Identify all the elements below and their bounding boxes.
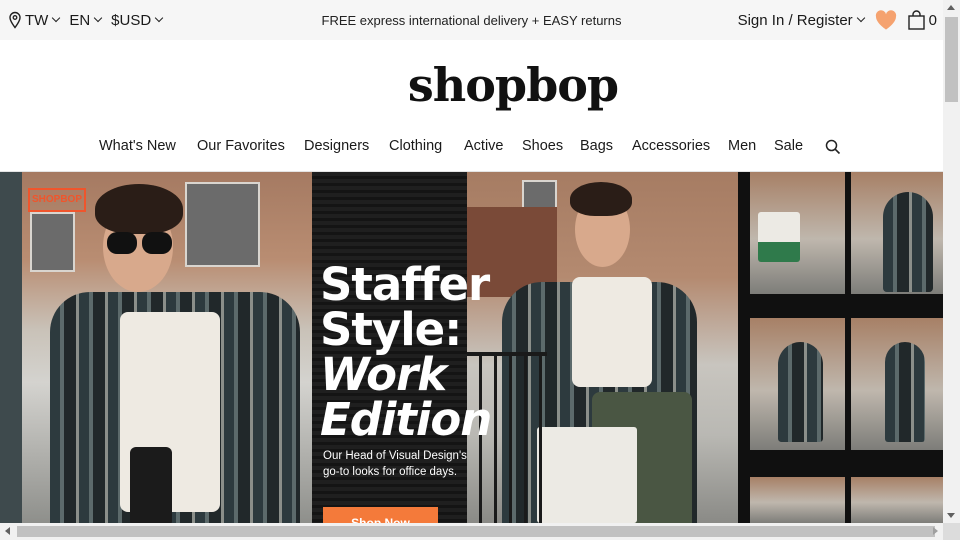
nav-item-bags[interactable]: Bags [580,138,613,154]
hero-banner[interactable]: SHOPBOP Staffer Style: Work Edition Our … [0,172,943,523]
building-window [30,212,75,272]
scrollbar-thumb[interactable] [945,17,958,102]
main-nav: What's New Our Favorites Designers Cloth… [0,138,943,158]
photo-frame [750,477,845,523]
hero-contact-sheet [738,172,943,523]
signin-label: Sign In / Register [737,11,853,29]
hero-headline: Staffer Style: Work Edition [320,258,492,446]
currency-selector[interactable]: $USD [111,11,164,29]
country-selector[interactable]: TW [7,11,61,29]
nav-item-sale[interactable]: Sale [774,138,803,154]
headline-line-2: Style: [320,303,462,356]
account-area: Sign In / Register 0 [738,0,937,40]
model-hair [95,184,183,234]
shopbop-hq-badge: SHOPBOP [28,188,86,212]
model-coat [883,192,933,292]
utility-bar: TW EN $USD FREE express international de… [0,0,943,40]
model-shirt [572,277,652,387]
hero-subtitle: Our Head of Visual Design's go-to looks … [323,450,467,478]
wall-edge [0,172,22,523]
nav-item-men[interactable]: Men [728,138,756,154]
shopping-bag-icon[interactable] [907,10,925,30]
chevron-down-icon [93,13,103,23]
signin-register-link[interactable]: Sign In / Register [737,11,865,29]
headline-line-1: Staffer [320,258,490,311]
model-hair [570,182,632,216]
scrollbar-thumb[interactable] [17,526,935,537]
language-label: EN [69,11,91,29]
nav-item-active[interactable]: Active [464,138,504,154]
nav-item-designers[interactable]: Designers [304,138,369,154]
chevron-down-icon [154,13,164,23]
site-logo[interactable]: shopbop [0,58,960,112]
photo-frame [851,477,943,523]
model-coat [885,342,925,442]
vertical-scrollbar[interactable] [943,0,960,523]
chevron-down-icon [52,13,61,23]
location-pin-icon [9,11,21,29]
scrollbar-corner [943,523,960,540]
scroll-down-icon[interactable] [947,513,955,518]
phone-pouch [130,447,172,523]
heart-icon[interactable] [874,9,898,31]
sunglasses [142,232,172,254]
building-window [185,182,260,267]
scroll-right-icon[interactable] [933,527,938,535]
headline-line-4: Edition [320,393,492,446]
model-coat [778,342,823,442]
hero-photo-center [467,172,738,523]
chevron-down-icon [856,13,865,23]
nav-item-shoes[interactable]: Shoes [522,138,563,154]
language-selector[interactable]: EN [69,11,103,29]
nav-item-whats-new[interactable]: What's New [99,138,176,154]
sunglasses [107,232,137,254]
headline-line-3: Work [320,348,447,401]
nav-item-accessories[interactable]: Accessories [632,138,710,154]
building-window [522,180,557,210]
tote-bag [537,427,637,523]
search-icon[interactable] [825,139,841,155]
scroll-left-icon[interactable] [5,527,10,535]
promo-text[interactable]: FREE express international delivery + EA… [322,13,622,28]
nav-item-our-favorites[interactable]: Our Favorites [197,138,285,154]
hero-photo-left: SHOPBOP [0,172,312,523]
shop-now-button[interactable]: Shop Now [323,507,438,523]
bag-count: 0 [928,11,937,29]
currency-label: $USD [111,11,152,29]
country-label: TW [25,11,49,29]
horizontal-scrollbar[interactable] [0,523,943,540]
nav-item-clothing[interactable]: Clothing [389,138,442,154]
tote-bag [758,212,800,262]
scroll-up-icon[interactable] [947,5,955,10]
locale-selector: TW EN $USD [0,11,172,29]
